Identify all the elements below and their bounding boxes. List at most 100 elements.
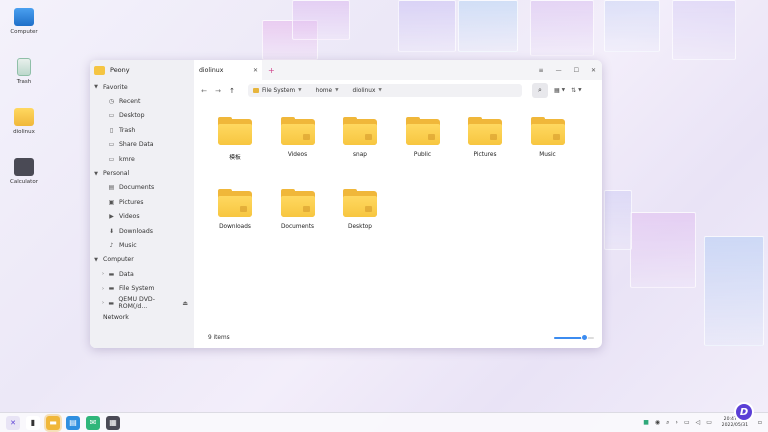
folder-item[interactable]: Public (400, 117, 446, 158)
eject-icon[interactable]: ⏏ (182, 300, 188, 307)
keyboard-icon[interactable]: ▭ (706, 419, 712, 426)
optical-drive-icon: ▬ (108, 299, 115, 307)
peony-logo-icon (94, 65, 105, 75)
sidebar-group-personal[interactable]: ▼ Personal (90, 166, 194, 180)
calculator-icon: ▦ (109, 418, 117, 427)
mail-icon: ✉ (89, 418, 97, 427)
chevron-right-icon[interactable]: › (676, 419, 678, 426)
start-menu-button[interactable]: ✕ (6, 415, 20, 430)
sidebar-item-data[interactable]: › ▬ Data (90, 267, 194, 281)
sidebar-item-share-data[interactable]: ▭ Share Data (90, 138, 194, 152)
path-bar[interactable]: File System ▼ home ▼ diolinux ▼ (248, 84, 522, 97)
chevron-down-icon: ▼ (94, 256, 98, 263)
zoom-slider[interactable] (554, 334, 594, 341)
folder-item[interactable]: Documents (275, 189, 321, 230)
multitask-icon: ▮ (30, 418, 36, 427)
folder-icon: ▭ (108, 155, 115, 163)
search-button[interactable]: ⌕ (532, 83, 548, 98)
breadcrumb-home[interactable]: home ▼ (316, 88, 339, 94)
sort-button[interactable]: ⇅ ▼ (571, 87, 582, 94)
music-icon: ♪ (109, 241, 114, 249)
chevron-right-icon[interactable]: › (102, 271, 104, 277)
view-mode-button[interactable]: ▦ ▼ (554, 87, 565, 94)
volume-icon[interactable]: ◁ (696, 419, 701, 426)
sidebar-item-downloads[interactable]: ⬇ Downloads (90, 224, 194, 238)
folder-item[interactable]: Desktop (337, 189, 383, 230)
folder-item[interactable]: Videos (275, 117, 321, 158)
sidebar-item-pictures[interactable]: ▣ Pictures (90, 195, 194, 209)
software-store-button[interactable]: ▤ (66, 415, 80, 430)
back-button[interactable]: ← (200, 87, 208, 95)
kylin-tray-icon[interactable]: ■ (643, 419, 649, 426)
mail-button[interactable]: ✉ (86, 415, 100, 430)
sidebar-group-favorite[interactable]: ▼ Favorite (90, 80, 194, 94)
trash-icon: ▯ (109, 126, 114, 134)
folder-item[interactable]: Pictures (462, 117, 508, 158)
tab-bar: diolinux ✕ + ≡ — ☐ ✕ (194, 60, 602, 80)
search-icon[interactable]: ⌕ (666, 419, 669, 427)
show-desktop-icon[interactable]: ▫ (758, 419, 762, 426)
chevron-right-icon[interactable]: › (102, 286, 104, 292)
sidebar-item-videos[interactable]: ▶ Videos (90, 210, 194, 224)
sidebar-item-kmre[interactable]: ▭ kmre (90, 152, 194, 166)
calculator-icon (14, 158, 34, 176)
network-icon[interactable]: ◉ (655, 419, 660, 426)
calculator-taskbar-button[interactable]: ▦ (106, 415, 120, 430)
sidebar-item-dvd-rom[interactable]: › ▬ QEMU DVD-ROM(/d... ⏏ (90, 296, 194, 310)
trash-icon (17, 58, 31, 76)
folder-item[interactable]: 模板 (212, 117, 258, 161)
logo-letter-icon: D (739, 406, 749, 418)
sort-icon: ⇅ (571, 87, 577, 94)
minimize-button[interactable]: — (556, 67, 562, 74)
notification-icon[interactable]: ▭ (684, 419, 690, 426)
folder-item[interactable]: Downloads (212, 189, 258, 230)
desktop-icon: ▭ (108, 112, 115, 120)
computer-icon (14, 8, 34, 26)
chevron-down-icon: ▼ (94, 170, 98, 177)
multitask-view-button[interactable]: ▮ (26, 415, 40, 430)
close-button[interactable]: ✕ (591, 67, 596, 74)
desktop-icon-computer[interactable]: Computer (4, 8, 44, 35)
folder-icon (343, 189, 377, 217)
up-button[interactable]: ↑ (228, 87, 236, 95)
wallpaper-pane (458, 0, 518, 52)
sidebar-group-computer[interactable]: ▼ Computer (90, 253, 194, 267)
wallpaper-pane (630, 212, 696, 288)
sidebar-item-music[interactable]: ♪ Music (90, 238, 194, 252)
drive-icon: ▬ (108, 285, 115, 293)
maximize-button[interactable]: ☐ (574, 67, 579, 74)
breadcrumb-diolinux[interactable]: diolinux ▼ (353, 88, 382, 94)
breadcrumb-file-system[interactable]: File System ▼ (253, 88, 302, 94)
sidebar-group-network[interactable]: Network (90, 310, 194, 324)
folder-icon (14, 108, 34, 126)
menu-button[interactable]: ≡ (539, 67, 544, 74)
sidebar-item-recent[interactable]: ◷ Recent (90, 94, 194, 108)
desktop-icon-diolinux[interactable]: diolinux (4, 108, 44, 135)
sidebar-item-trash[interactable]: ▯ Trash (90, 123, 194, 137)
forward-button[interactable]: → (214, 87, 222, 95)
folder-item[interactable]: snap (337, 117, 383, 158)
sidebar-item-file-system[interactable]: › ▬ File System (90, 281, 194, 295)
zoom-slider-handle[interactable] (580, 334, 588, 341)
file-manager-taskbar-button[interactable]: ▬ (46, 415, 60, 430)
tab-diolinux[interactable]: diolinux ✕ (194, 60, 262, 80)
video-icon: ▶ (109, 213, 114, 221)
folder-item[interactable]: Music (525, 117, 571, 158)
sidebar-item-documents[interactable]: ▤ Documents (90, 181, 194, 195)
file-manager-window: Peony ▼ Favorite ◷ Recent ▭ Desktop ▯ Trash… (90, 60, 602, 348)
folder-name: snap (353, 152, 367, 158)
chevron-right-icon[interactable]: › (102, 300, 104, 306)
document-icon: ▤ (108, 184, 115, 192)
window-controls: ≡ — ☐ ✕ (539, 67, 596, 74)
sidebar-item-desktop[interactable]: ▭ Desktop (90, 109, 194, 123)
desktop-icon-trash[interactable]: Trash (4, 58, 44, 85)
folder-name: 模板 (229, 155, 241, 161)
folder-icon (405, 117, 440, 145)
chevron-down-icon: ▼ (578, 88, 582, 93)
new-tab-button[interactable]: + (268, 66, 275, 75)
picture-icon: ▣ (108, 198, 115, 206)
desktop-icon-calculator[interactable]: Calculator (4, 158, 44, 185)
wallpaper-pane (292, 0, 350, 40)
close-tab-icon[interactable]: ✕ (253, 67, 258, 74)
drive-icon: ▬ (108, 270, 115, 278)
